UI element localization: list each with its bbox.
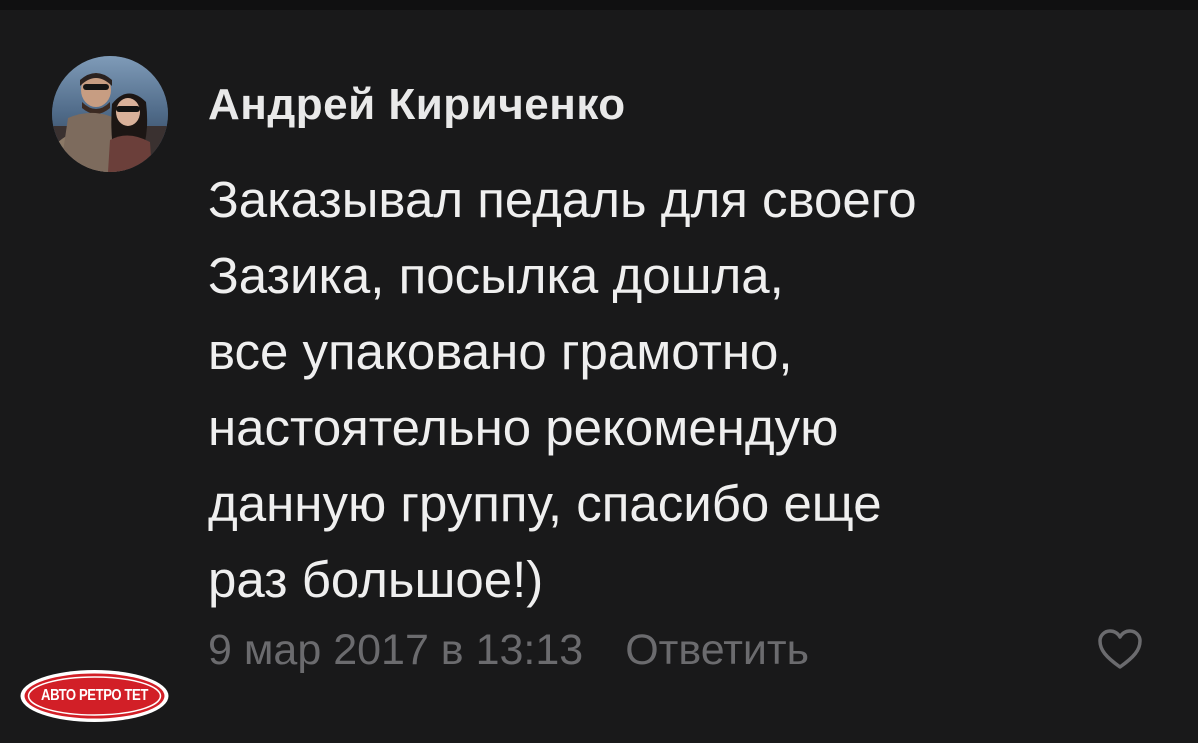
- comment-line: Заказывал педаль для своего: [208, 171, 917, 228]
- comment-line: данную группу, спасибо еще: [208, 475, 882, 532]
- heart-outline-icon: [1098, 629, 1142, 669]
- comment-line: Зазика, посылка дошла,: [208, 247, 784, 304]
- watermark-text: АВТО РЕТРО ТЕТ: [41, 687, 148, 704]
- like-button[interactable]: [1096, 627, 1144, 671]
- top-divider: [0, 0, 1198, 10]
- comment-line: настоятельно рекомендую: [208, 399, 839, 456]
- comment-text: Заказывал педаль для своего Зазика, посы…: [208, 162, 1148, 618]
- comment-author[interactable]: Андрей Кириченко: [208, 80, 626, 130]
- watermark-logo: АВТО РЕТРО ТЕТ: [18, 668, 171, 724]
- comment-line: все упаковано грамотно,: [208, 323, 793, 380]
- comment-date[interactable]: 9 мар 2017 в 13:13: [208, 626, 583, 675]
- comment-meta: 9 мар 2017 в 13:13 Ответить: [208, 620, 809, 680]
- avatar[interactable]: [52, 56, 168, 172]
- avatar-photo: [52, 56, 168, 172]
- comment-line: раз большое!): [208, 551, 544, 608]
- reply-button[interactable]: Ответить: [625, 626, 809, 675]
